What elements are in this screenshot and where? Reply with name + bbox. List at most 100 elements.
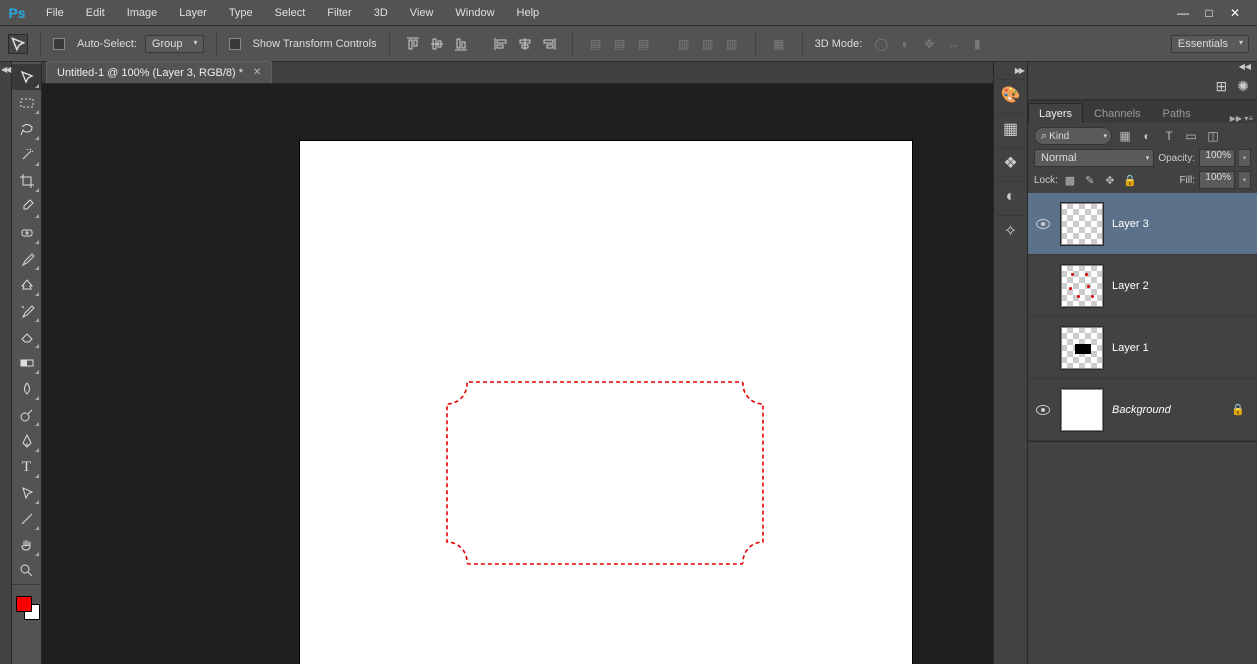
menu-file[interactable]: File <box>36 3 74 23</box>
path-selection-tool[interactable] <box>12 480 41 506</box>
layers-panel-icon[interactable]: ❖ <box>993 147 1029 177</box>
layer-thumbnail[interactable] <box>1060 326 1104 370</box>
menu-image[interactable]: Image <box>117 3 168 23</box>
canvas-viewport[interactable] <box>42 84 993 664</box>
lock-position-icon[interactable]: ✥ <box>1102 172 1118 188</box>
show-transform-checkbox[interactable] <box>229 38 241 50</box>
eraser-tool[interactable] <box>12 324 41 350</box>
fill-stepper[interactable]: ▾ <box>1239 171 1251 189</box>
tab-channels[interactable]: Channels <box>1083 103 1151 123</box>
layer-name[interactable]: Layer 1 <box>1112 342 1149 354</box>
align-right-edges-icon[interactable] <box>538 33 560 55</box>
healing-brush-tool[interactable] <box>12 220 41 246</box>
align-left-edges-icon[interactable] <box>490 33 512 55</box>
layer-row[interactable]: Background🔒 <box>1028 379 1257 441</box>
history-brush-tool[interactable] <box>12 298 41 324</box>
blur-tool[interactable] <box>12 376 41 402</box>
auto-select-checkbox[interactable] <box>53 38 65 50</box>
maximize-button[interactable]: □ <box>1201 6 1217 20</box>
foreground-color-swatch[interactable] <box>16 596 32 612</box>
filter-adjustment-icon[interactable]: ◐ <box>1138 127 1156 145</box>
minimize-button[interactable]: — <box>1175 6 1191 20</box>
magic-wand-tool[interactable] <box>12 142 41 168</box>
document-tab[interactable]: Untitled-1 @ 100% (Layer 3, RGB/8) * ✕ <box>46 61 272 83</box>
menu-type[interactable]: Type <box>219 3 263 23</box>
layer-thumbnail[interactable] <box>1060 388 1104 432</box>
panel-menu-icon[interactable]: ▶▶ ▾≡ <box>1226 114 1257 123</box>
color-swatches[interactable] <box>12 590 41 620</box>
filter-smart-icon[interactable]: ◫ <box>1204 127 1222 145</box>
opacity-stepper[interactable]: ▾ <box>1239 149 1251 167</box>
left-collapse-strip[interactable]: ◀◀ <box>0 62 12 664</box>
layer-row[interactable]: Layer 2 <box>1028 255 1257 317</box>
layers-panel-controls: Kind ▦ ◐ T ▭ ◫ Normal Opacity: 100% ▾ Lo… <box>1028 123 1257 193</box>
divider <box>389 32 390 56</box>
close-button[interactable]: ✕ <box>1227 6 1243 20</box>
menu-layer[interactable]: Layer <box>169 3 217 23</box>
pen-tool[interactable] <box>12 428 41 454</box>
fill-input[interactable]: 100% <box>1199 171 1235 189</box>
paths-panel-icon[interactable]: ✧ <box>993 215 1029 245</box>
layer-thumbnail[interactable] <box>1060 264 1104 308</box>
brush-tool[interactable] <box>12 246 41 272</box>
align-left-group <box>490 33 560 55</box>
align-top-edges-icon[interactable] <box>402 33 424 55</box>
auto-select-target-dropdown[interactable]: Group <box>145 35 204 53</box>
tab-paths[interactable]: Paths <box>1152 103 1202 123</box>
layer-row[interactable]: Layer 1 <box>1028 317 1257 379</box>
line-tool[interactable] <box>12 506 41 532</box>
workspace-dropdown[interactable]: Essentials <box>1171 35 1249 53</box>
dodge-tool[interactable] <box>12 402 41 428</box>
layer-name[interactable]: Background <box>1112 404 1171 416</box>
filter-pixel-icon[interactable]: ▦ <box>1116 127 1134 145</box>
align-horizontal-centers-icon[interactable] <box>514 33 536 55</box>
align-bottom-edges-icon[interactable] <box>450 33 472 55</box>
menu-3d[interactable]: 3D <box>364 3 398 23</box>
tool-preset-picker[interactable] <box>8 34 28 54</box>
type-tool[interactable]: T <box>12 454 41 480</box>
menu-view[interactable]: View <box>400 3 444 23</box>
move-tool[interactable] <box>12 64 41 90</box>
arrange-icon[interactable]: ⊞ <box>1216 78 1228 95</box>
swatches-panel-icon[interactable]: ▦ <box>993 113 1029 143</box>
layer-thumbnail[interactable] <box>1060 202 1104 246</box>
menu-help[interactable]: Help <box>507 3 550 23</box>
clone-stamp-tool[interactable] <box>12 272 41 298</box>
expand-dock-icon[interactable]: ▶▶ <box>1015 66 1023 75</box>
layer-name[interactable]: Layer 3 <box>1112 218 1149 230</box>
collapse-dock-icon[interactable]: ◀◀ <box>1239 62 1251 74</box>
filter-type-icon[interactable]: T <box>1160 127 1178 145</box>
gradient-tool[interactable] <box>12 350 41 376</box>
eyedropper-tool[interactable] <box>12 194 41 220</box>
lock-all-icon[interactable]: 🔒 <box>1122 172 1138 188</box>
layer-row[interactable]: Layer 3 <box>1028 193 1257 255</box>
hand-tool[interactable] <box>12 532 41 558</box>
tab-layers[interactable]: Layers <box>1028 103 1083 123</box>
menu-filter[interactable]: Filter <box>317 3 361 23</box>
crop-tool[interactable] <box>12 168 41 194</box>
zoom-tool[interactable] <box>12 558 41 584</box>
align-vertical-centers-icon[interactable] <box>426 33 448 55</box>
filter-shape-icon[interactable]: ▭ <box>1182 127 1200 145</box>
canvas[interactable] <box>300 141 912 664</box>
lock-transparency-icon[interactable]: ▩ <box>1062 172 1078 188</box>
channels-panel-icon[interactable]: ◐ <box>993 181 1029 211</box>
distribute-right-icon: ▥ <box>721 33 743 55</box>
layer-name[interactable]: Layer 2 <box>1112 280 1149 292</box>
opacity-input[interactable]: 100% <box>1199 149 1235 167</box>
blend-mode-dropdown[interactable]: Normal <box>1034 149 1154 167</box>
layer-visibility-toggle[interactable] <box>1034 219 1052 229</box>
layer-visibility-toggle[interactable] <box>1034 405 1052 415</box>
marquee-tool[interactable] <box>12 90 41 116</box>
menu-window[interactable]: Window <box>445 3 504 23</box>
menu-select[interactable]: Select <box>265 3 316 23</box>
distribute-vcenter-icon: ▤ <box>609 33 631 55</box>
workspace-switcher[interactable]: Essentials <box>1171 38 1249 50</box>
layer-filter-kind-dropdown[interactable]: Kind <box>1034 127 1112 145</box>
close-tab-icon[interactable]: ✕ <box>253 67 261 78</box>
lock-pixels-icon[interactable]: ✎ <box>1082 172 1098 188</box>
adjustments-icon[interactable]: ✺ <box>1237 78 1249 95</box>
lasso-tool[interactable] <box>12 116 41 142</box>
menu-edit[interactable]: Edit <box>76 3 115 23</box>
color-panel-icon[interactable]: 🎨 <box>993 79 1029 109</box>
